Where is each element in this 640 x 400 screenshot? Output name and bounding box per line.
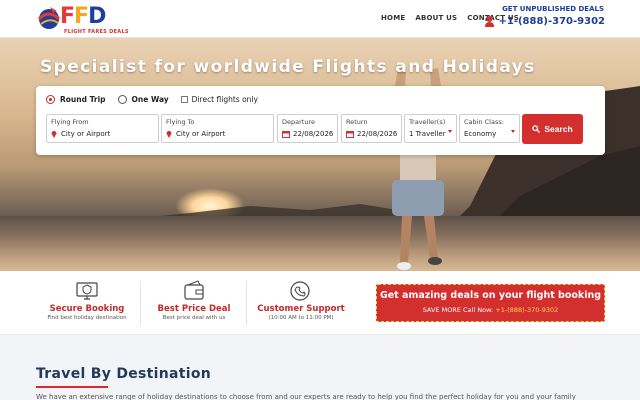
- location-pin-icon: [51, 131, 57, 138]
- title-underline: [36, 386, 108, 388]
- phone-agent-icon: [485, 16, 495, 27]
- hero-sea: [0, 216, 640, 271]
- chevron-down-icon: [448, 130, 452, 133]
- search-icon: [532, 125, 541, 133]
- cabin-class-label: Cabin Class:: [464, 118, 504, 126]
- return-field[interactable]: Return 22/08/2026: [341, 114, 402, 143]
- feature-divider: [246, 281, 247, 325]
- trip-type-group: Round Trip One Way Direct flights only: [46, 95, 258, 104]
- one-way-label[interactable]: One Way: [132, 95, 169, 104]
- travellers-value: 1 Traveller: [409, 130, 446, 138]
- deal-phone[interactable]: +1-(888)-370-9302: [495, 306, 558, 314]
- travellers-label: Traveller(s): [409, 118, 446, 126]
- travellers-select[interactable]: Traveller(s) 1 Traveller: [404, 114, 457, 143]
- feature-subtitle: (10:00 AM to 11:00 PM): [268, 315, 334, 321]
- logo-text: FFD: [60, 4, 106, 29]
- flight-search-panel: Round Trip One Way Direct flights only F…: [36, 86, 605, 155]
- logo[interactable]: FFD FLIGHT FARES DEALS: [36, 3, 129, 35]
- round-trip-radio[interactable]: [46, 95, 55, 104]
- nav-home[interactable]: HOME: [381, 14, 405, 22]
- deal-subtitle: SAVE MORE Call Now: +1-(888)-370-9302: [377, 306, 604, 314]
- departure-input[interactable]: 22/08/2026: [293, 130, 333, 138]
- one-way-radio[interactable]: [117, 95, 127, 104]
- feature-title: Secure Booking: [49, 304, 125, 314]
- wallet-icon: [184, 280, 204, 300]
- site-header: FFD FLIGHT FARES DEALS HOME ABOUT US CON…: [0, 0, 640, 38]
- feature-title: Best Price Deal: [157, 304, 231, 314]
- unpublished-deals-label: GET UNPUBLISHED DEALS: [502, 5, 604, 13]
- direct-flights-checkbox[interactable]: [180, 96, 188, 103]
- round-trip-label[interactable]: Round Trip: [60, 95, 106, 104]
- section-title: Travel By Destination: [36, 366, 212, 382]
- feature-title: Customer Support: [257, 304, 345, 314]
- flying-from-input[interactable]: City or Airport: [61, 130, 110, 138]
- flying-from-field[interactable]: Flying From City or Airport: [46, 114, 159, 143]
- return-input[interactable]: 22/08/2026: [357, 130, 397, 138]
- hero-banner: Specialist for worldwide Flights and Hol…: [0, 38, 640, 271]
- logo-tagline: FLIGHT FARES DEALS: [64, 29, 129, 35]
- deal-title: Get amazing deals on your flight booking: [379, 290, 602, 301]
- location-pin-icon: [166, 131, 172, 138]
- nav-about-us[interactable]: ABOUT US: [415, 14, 457, 22]
- feature-best-price: Best Price Deal Best price deal with us: [145, 271, 243, 335]
- search-button-label: Search: [544, 124, 573, 134]
- feature-divider: [140, 281, 141, 325]
- support-icon: [290, 281, 310, 301]
- flying-to-input[interactable]: City or Airport: [176, 130, 225, 138]
- header-phone-number: +1-(888)-370-9302: [498, 15, 605, 27]
- return-label: Return: [346, 118, 368, 126]
- cabin-class-select[interactable]: Cabin Class: Economy: [459, 114, 520, 143]
- cabin-class-value: Economy: [464, 130, 497, 138]
- flying-to-label: Flying To: [166, 118, 195, 126]
- feature-customer-support: Customer Support (10:00 AM to 11:00 PM): [251, 271, 351, 335]
- deal-prefix: SAVE MORE Call Now:: [422, 306, 496, 314]
- hero-title: Specialist for worldwide Flights and Hol…: [40, 57, 536, 77]
- section-intro: We have an extensive range of holiday de…: [36, 393, 576, 400]
- feature-secure-booking: Secure Booking Find best holiday destina…: [36, 271, 138, 335]
- feature-subtitle: Best price deal with us: [162, 315, 226, 321]
- search-button[interactable]: Search: [522, 114, 583, 144]
- deal-call-banner[interactable]: Get amazing deals on your flight booking…: [376, 284, 605, 322]
- shield-monitor-icon: [76, 282, 98, 300]
- logo-globe-icon: [37, 7, 61, 29]
- calendar-icon: [346, 131, 354, 138]
- flying-from-label: Flying From: [51, 118, 89, 126]
- calendar-icon: [282, 131, 290, 138]
- flying-to-field[interactable]: Flying To City or Airport: [161, 114, 274, 143]
- feature-subtitle: Find best holiday destination: [47, 315, 127, 321]
- header-phone[interactable]: +1-(888)-370-9302: [484, 15, 605, 27]
- departure-field[interactable]: Departure 22/08/2026: [277, 114, 338, 143]
- chevron-down-icon: [511, 130, 515, 133]
- direct-flights-label[interactable]: Direct flights only: [192, 95, 258, 104]
- departure-label: Departure: [282, 118, 315, 126]
